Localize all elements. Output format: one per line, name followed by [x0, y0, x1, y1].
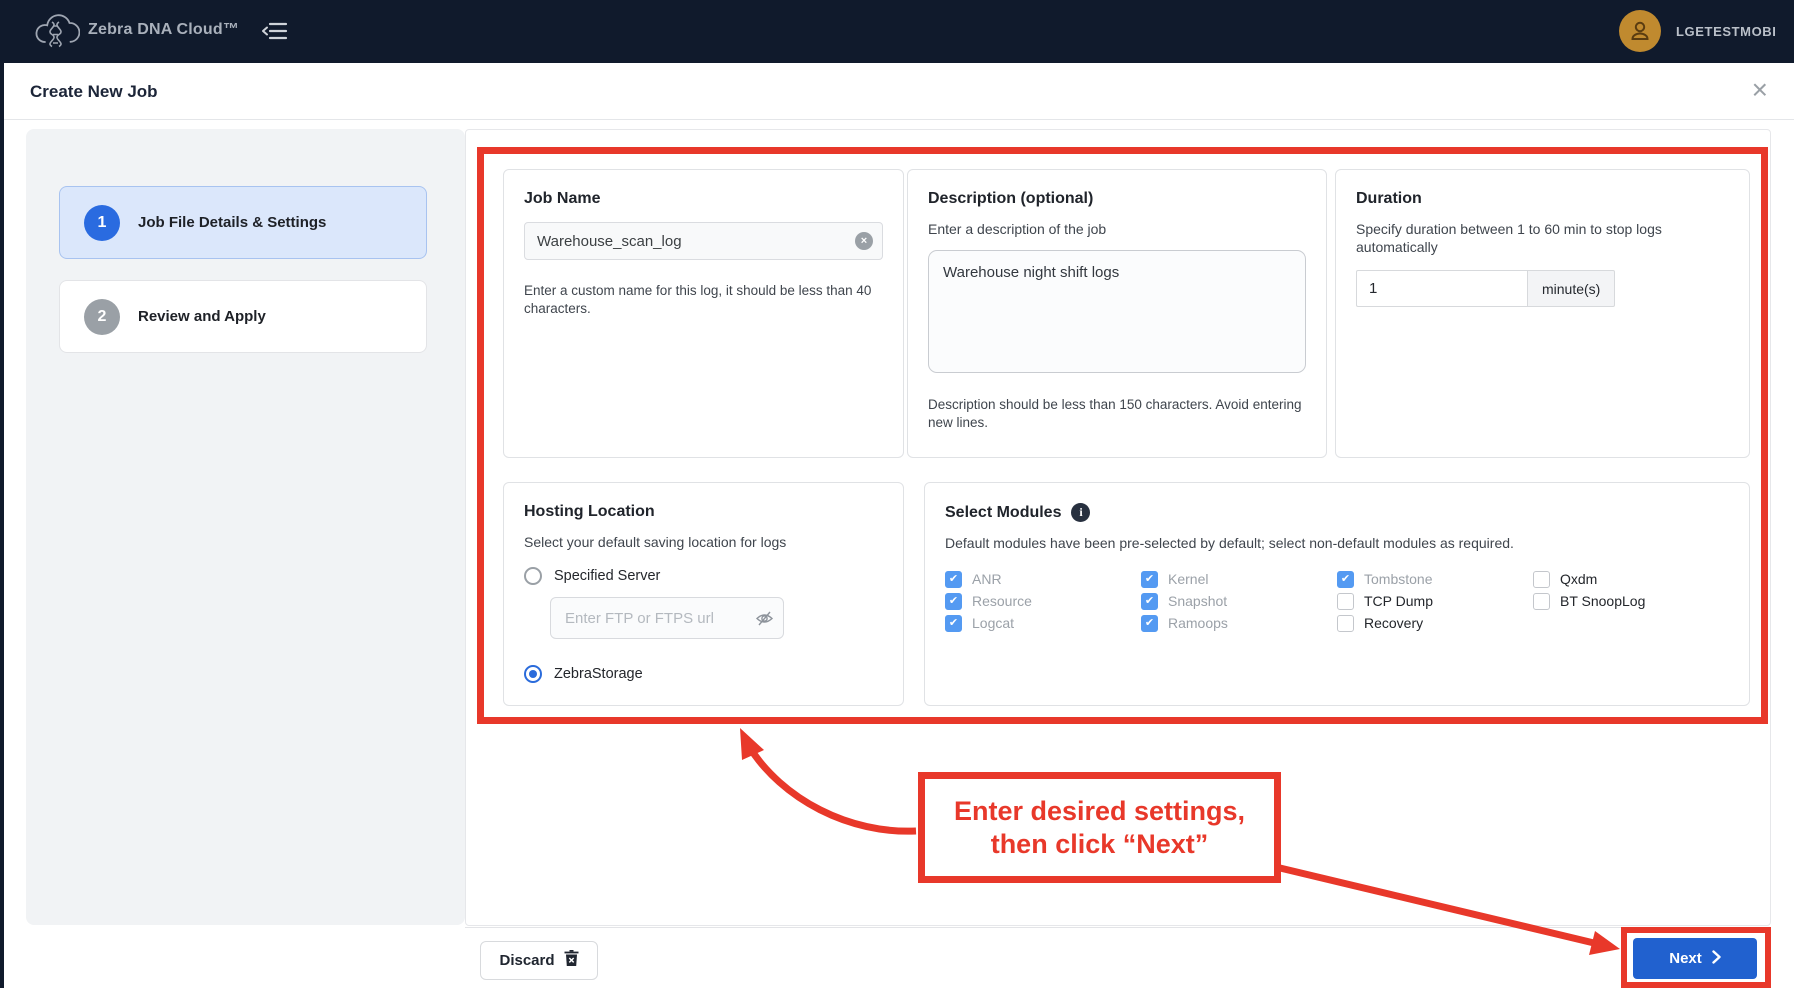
module-checkbox[interactable]: ✔	[945, 592, 962, 610]
module-label: Resource	[972, 593, 1032, 610]
duration-input[interactable]	[1356, 270, 1527, 308]
duration-subtitle: Specify duration between 1 to 60 min to …	[1356, 221, 1662, 256]
job-name-card: Job Name × Enter a custom name for this …	[503, 169, 904, 458]
module-label: Qxdm	[1560, 571, 1598, 588]
app-title: Zebra DNA Cloud™	[88, 21, 240, 38]
module-checkbox[interactable]	[1337, 614, 1354, 632]
module-label: Logcat	[972, 615, 1015, 632]
menu-collapse-icon[interactable]	[262, 20, 288, 47]
ftp-url-input[interactable]	[550, 597, 784, 640]
module-checkbox-item[interactable]: ✔ Ramoops	[1141, 612, 1337, 634]
description-title: Description (optional)	[928, 190, 1094, 207]
module-column: ✔ ANR ✔ Resource ✔ Logcat	[945, 568, 1141, 634]
description-card: Description (optional) Enter a descripti…	[907, 169, 1327, 458]
user-avatar[interactable]	[1619, 10, 1661, 52]
dialog-titlebar: Create New Job ×	[0, 63, 1794, 120]
step-number-badge: 1	[84, 204, 120, 241]
next-button-label: Next	[1669, 950, 1702, 967]
job-name-input[interactable]	[524, 222, 883, 260]
module-checkbox-item[interactable]: TCP Dump	[1337, 590, 1533, 612]
zebra-storage-label[interactable]: ZebraStorage	[554, 666, 643, 682]
module-label: Tombstone	[1364, 571, 1433, 588]
module-checkbox-item[interactable]: Qxdm	[1533, 568, 1729, 590]
module-checkbox[interactable]: ✔	[1141, 570, 1158, 588]
chevron-right-icon	[1712, 949, 1721, 968]
job-name-helper-text: Enter a custom name for this log, it sho…	[524, 283, 872, 317]
step-label: Review and Apply	[138, 308, 266, 325]
module-checkbox[interactable]	[1533, 592, 1550, 610]
module-label: Recovery	[1364, 615, 1424, 632]
module-label: Kernel	[1168, 571, 1209, 588]
module-checkbox-item[interactable]: ✔ Resource	[945, 590, 1141, 612]
module-checkbox-item[interactable]: ✔ ANR	[945, 568, 1141, 590]
module-checkbox-item[interactable]: BT SnoopLog	[1533, 590, 1729, 612]
module-checkbox-item[interactable]: ✔ Logcat	[945, 612, 1141, 634]
module-label: Ramoops	[1168, 615, 1228, 632]
annotation-arrowhead-straight	[1589, 931, 1620, 955]
module-column: ✔ Tombstone TCP Dump Recovery	[1337, 568, 1533, 634]
module-checkbox[interactable]: ✔	[1337, 570, 1354, 588]
modules-subtitle: Default modules have been pre-selected b…	[945, 535, 1514, 551]
module-checkbox[interactable]	[1533, 570, 1550, 588]
close-icon[interactable]: ×	[1752, 73, 1768, 107]
module-label: ANR	[972, 571, 1002, 588]
next-button[interactable]: Next	[1633, 938, 1757, 979]
zebra-dna-cloud-logo-icon	[32, 9, 81, 58]
steps-sidebar: 1 Job File Details & Settings 2 Review a…	[26, 129, 465, 925]
duration-card: Duration Specify duration between 1 to 6…	[1335, 169, 1750, 458]
module-label: Snapshot	[1168, 593, 1228, 610]
modules-title: Select Modules	[945, 503, 1062, 521]
step-item-review-and-apply[interactable]: 2 Review and Apply	[59, 280, 427, 353]
footer-divider	[465, 927, 1771, 928]
left-nav-rail	[0, 63, 4, 988]
duration-title: Duration	[1356, 190, 1422, 207]
module-checkbox-item[interactable]: ✔ Tombstone	[1337, 568, 1533, 590]
module-checkbox-item[interactable]: ✔ Snapshot	[1141, 590, 1337, 612]
module-label: TCP Dump	[1364, 593, 1433, 610]
module-label: BT SnoopLog	[1560, 593, 1646, 610]
trash-icon	[564, 950, 579, 971]
specified-server-label[interactable]: Specified Server	[554, 568, 660, 584]
module-column: ✔ Kernel ✔ Snapshot ✔ Ramoops	[1141, 568, 1337, 634]
job-name-title: Job Name	[524, 190, 601, 207]
module-checkbox[interactable]: ✔	[1141, 614, 1158, 632]
hosting-subtitle: Select your default saving location for …	[524, 534, 787, 550]
module-checkbox[interactable]: ✔	[945, 614, 962, 632]
zebra-storage-radio-row[interactable]: ZebraStorage	[524, 665, 883, 684]
description-textarea[interactable]: Warehouse night shift logs	[928, 250, 1306, 374]
discard-button-label: Discard	[499, 952, 555, 969]
hosting-title: Hosting Location	[524, 503, 655, 520]
module-column: Qxdm BT SnoopLog	[1533, 568, 1729, 634]
hosting-location-card: Hosting Location Select your default sav…	[503, 482, 904, 706]
select-modules-card: Select Modules i Default modules have be…	[924, 482, 1750, 706]
info-icon[interactable]: i	[1071, 503, 1091, 522]
description-helper-text: Description should be less than 150 char…	[928, 397, 1302, 431]
step-label: Job File Details & Settings	[138, 214, 327, 231]
module-checkbox-item[interactable]: ✔ Kernel	[1141, 568, 1337, 590]
step-item-job-file-details[interactable]: 1 Job File Details & Settings	[59, 186, 427, 259]
clear-input-icon[interactable]: ×	[855, 232, 873, 250]
page-title: Create New Job	[30, 82, 158, 101]
modules-checkbox-grid: ✔ ANR ✔ Resource ✔ Logcat ✔ Kernel ✔ Snapshot ✔ Ram…	[945, 568, 1729, 634]
username-label[interactable]: LGETESTMOBI	[1676, 24, 1777, 39]
duration-unit-label: minute(s)	[1527, 270, 1616, 308]
module-checkbox[interactable]: ✔	[945, 570, 962, 588]
step-number-badge: 2	[84, 298, 120, 335]
specified-server-radio-row[interactable]: Specified Server	[524, 567, 883, 586]
module-checkbox-item[interactable]: Recovery	[1337, 612, 1533, 634]
discard-button[interactable]: Discard	[480, 941, 598, 980]
visibility-off-icon[interactable]	[755, 609, 774, 633]
specified-server-radio[interactable]	[524, 567, 542, 586]
app-header: Zebra DNA Cloud™ LGETESTMOBI	[0, 0, 1794, 63]
module-checkbox[interactable]	[1337, 592, 1354, 610]
zebra-storage-radio[interactable]	[524, 665, 542, 684]
description-subtitle: Enter a description of the job	[928, 221, 1107, 237]
module-checkbox[interactable]: ✔	[1141, 592, 1158, 610]
